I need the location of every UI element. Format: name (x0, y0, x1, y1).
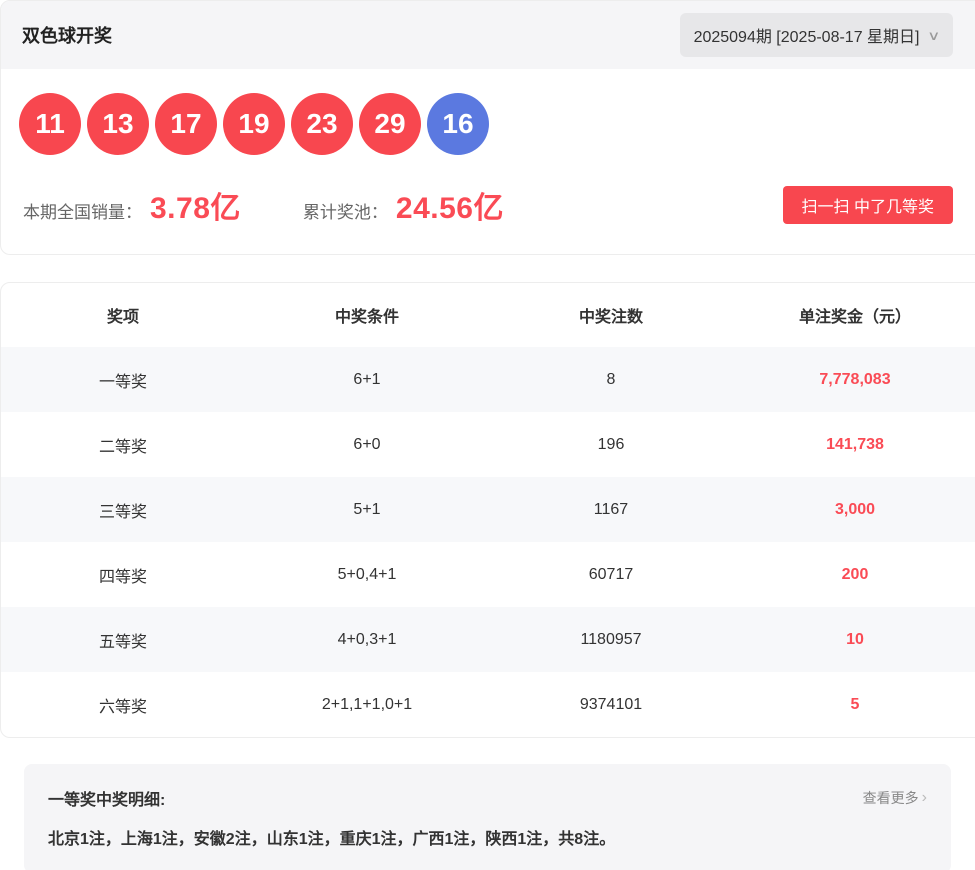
jackpot-pool: 累计奖池： 24.56亿 (303, 183, 504, 227)
stats-row: 本期全国销量： 3.78亿 累计奖池： 24.56亿 扫一扫 中了几等奖 (1, 183, 975, 254)
prize-amount: 3,000 (733, 501, 975, 519)
detail-header: 一等奖中奖明细: 查看更多 › (48, 786, 927, 810)
prize-amount: 5 (733, 696, 975, 714)
detail-content: 北京1注，上海1注，安徽2注，山东1注，重庆1注，广西1注，陕西1注，共8注。 (48, 825, 927, 849)
column-header-condition: 中奖条件 (245, 303, 489, 327)
prize-name: 一等奖 (1, 368, 245, 392)
prize-name: 六等奖 (1, 693, 245, 717)
draw-summary-card: 双色球开奖 2025094期 [2025-08-17 星期日] ∨ 11 13 … (0, 0, 975, 255)
table-header-row: 奖项 中奖条件 中奖注数 单注奖金（元） (1, 283, 975, 347)
chevron-down-icon: ∨ (928, 29, 941, 42)
winner-count: 9374101 (489, 696, 733, 714)
red-ball: 13 (87, 93, 149, 155)
red-ball: 29 (359, 93, 421, 155)
sales-label: 本期全国销量： (23, 198, 142, 223)
column-header-amount: 单注奖金（元） (733, 303, 975, 327)
prize-amount: 10 (733, 631, 975, 649)
prize-name: 四等奖 (1, 563, 245, 587)
lottery-results-page: 双色球开奖 2025094期 [2025-08-17 星期日] ∨ 11 13 … (0, 0, 975, 870)
prize-table-card: 奖项 中奖条件 中奖注数 单注奖金（元） 一等奖 6+1 8 7,778,083… (0, 282, 975, 738)
prize-name: 三等奖 (1, 498, 245, 522)
prize-amount: 200 (733, 566, 975, 584)
detail-title: 一等奖中奖明细: (48, 786, 165, 810)
prize-condition: 5+1 (245, 501, 489, 519)
national-sales: 本期全国销量： 3.78亿 (23, 183, 241, 227)
view-more-link[interactable]: 查看更多 › (863, 788, 927, 808)
winner-count: 1167 (489, 501, 733, 519)
prize-condition: 2+1,1+1,0+1 (245, 696, 489, 714)
red-ball: 17 (155, 93, 217, 155)
prize-name: 二等奖 (1, 433, 245, 457)
winner-count: 1180957 (489, 631, 733, 649)
column-header-count: 中奖注数 (489, 303, 733, 327)
prize-condition: 6+1 (245, 371, 489, 389)
winner-count: 8 (489, 371, 733, 389)
table-row: 四等奖 5+0,4+1 60717 200 (1, 542, 975, 607)
period-dropdown-value: 2025094期 [2025-08-17 星期日] (694, 23, 920, 47)
period-dropdown[interactable]: 2025094期 [2025-08-17 星期日] ∨ (680, 13, 953, 57)
page-title: 双色球开奖 (22, 22, 112, 48)
winner-count: 196 (489, 436, 733, 454)
table-row: 五等奖 4+0,3+1 1180957 10 (1, 607, 975, 672)
table-row: 一等奖 6+1 8 7,778,083 (1, 347, 975, 412)
red-ball: 19 (223, 93, 285, 155)
chevron-right-icon: › (922, 789, 927, 807)
prize-condition: 4+0,3+1 (245, 631, 489, 649)
table-row: 二等奖 6+0 196 141,738 (1, 412, 975, 477)
table-row: 六等奖 2+1,1+1,0+1 9374101 5 (1, 672, 975, 737)
prize-condition: 6+0 (245, 436, 489, 454)
winner-count: 60717 (489, 566, 733, 584)
column-header-prize: 奖项 (1, 303, 245, 327)
prize-name: 五等奖 (1, 628, 245, 652)
pool-value: 24.56亿 (396, 183, 504, 227)
prize-amount: 141,738 (733, 436, 975, 454)
first-prize-detail-card: 一等奖中奖明细: 查看更多 › 北京1注，上海1注，安徽2注，山东1注，重庆1注… (24, 764, 951, 870)
table-row: 三等奖 5+1 1167 3,000 (1, 477, 975, 542)
red-ball: 11 (19, 93, 81, 155)
view-more-label: 查看更多 (863, 788, 919, 808)
prize-condition: 5+0,4+1 (245, 566, 489, 584)
red-ball: 23 (291, 93, 353, 155)
scan-check-prize-button[interactable]: 扫一扫 中了几等奖 (783, 186, 953, 224)
prize-amount: 7,778,083 (733, 371, 975, 389)
header-bar: 双色球开奖 2025094期 [2025-08-17 星期日] ∨ (1, 1, 975, 69)
pool-label: 累计奖池： (303, 198, 388, 223)
sales-value: 3.78亿 (150, 183, 241, 227)
drawn-numbers: 11 13 17 19 23 29 16 (1, 69, 975, 155)
blue-ball: 16 (427, 93, 489, 155)
